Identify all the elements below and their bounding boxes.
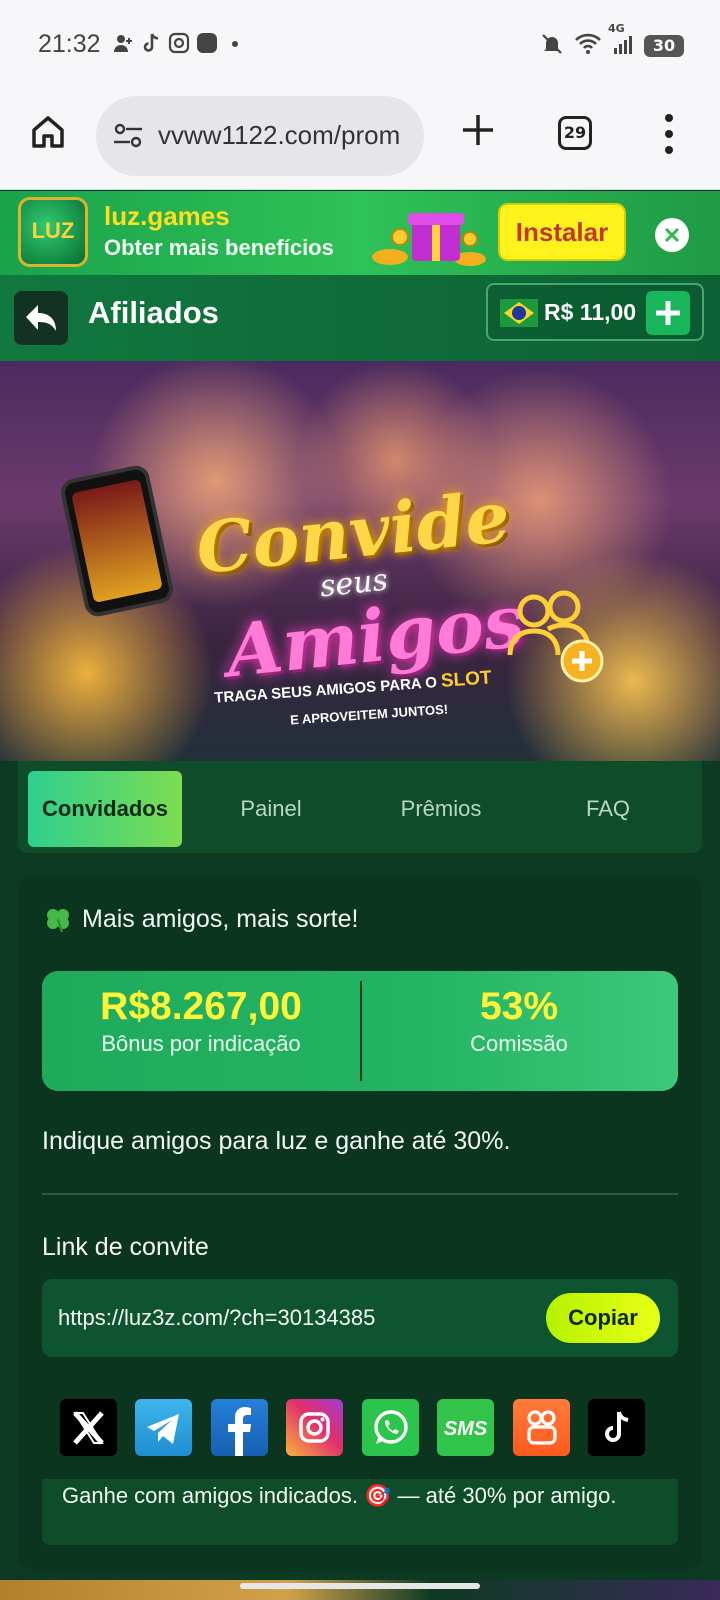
share-telegram-button[interactable] xyxy=(135,1399,192,1456)
whatsapp-icon xyxy=(374,1410,408,1444)
plus-icon xyxy=(656,301,680,325)
mute-icon xyxy=(540,32,564,60)
app-logo: LUZ xyxy=(18,197,88,267)
refer-description: Indique amigos para luz e ganhe até 30%. xyxy=(42,1127,511,1155)
stats-panel: R$8.267,00 Bônus por indicação 53% Comis… xyxy=(42,971,678,1091)
deposit-button[interactable] xyxy=(646,291,690,335)
back-button[interactable] xyxy=(14,291,68,345)
install-app-banner: LUZ luz.games Obter mais benefícios Inst… xyxy=(0,191,720,275)
tiktok-icon xyxy=(605,1411,629,1442)
notification-icons xyxy=(112,32,246,54)
status-right: 4G 30 xyxy=(540,22,684,60)
browser-toolbar: vvww1122.com/prom 29 xyxy=(0,92,720,190)
share-tiktok-button[interactable] xyxy=(588,1399,645,1456)
tagline-text: Mais amigos, mais sorte! xyxy=(82,905,359,933)
tagline: Mais amigos, mais sorte! xyxy=(44,905,358,934)
banner-app-name: luz.games xyxy=(104,201,230,231)
site-settings-icon[interactable] xyxy=(112,122,144,150)
clover-icon xyxy=(47,908,69,932)
tab-convidados[interactable]: Convidados xyxy=(28,771,182,847)
more-notifications-dot-icon xyxy=(224,32,246,54)
instagram-icon xyxy=(299,1412,330,1443)
signal-icon: 4G xyxy=(608,22,634,60)
address-bar[interactable]: vvww1122.com/prom xyxy=(96,96,424,176)
bonus-stat: R$8.267,00 Bônus por indicação xyxy=(42,985,360,1057)
banner-subtitle: Obter mais benefícios xyxy=(104,235,334,260)
share-buttons: SMS xyxy=(60,1399,660,1457)
kwai-icon xyxy=(527,1410,557,1445)
x-logo-icon xyxy=(73,1411,104,1445)
sms-icon: SMS xyxy=(444,1418,488,1440)
balance-amount: R$ 11,00 xyxy=(544,299,637,325)
instagram-notification-icon xyxy=(168,32,190,54)
hero-banner: Convide seus Amigos TRAGA SEUS AMIGOS PA… xyxy=(0,361,720,761)
commission-stat: 53% Comissão xyxy=(360,985,678,1057)
referral-footnote: Ganhe com amigos indicados. 🎯 — até 30% … xyxy=(42,1479,678,1545)
menu-dot-icon xyxy=(665,114,673,122)
share-instagram-button[interactable] xyxy=(286,1399,343,1456)
hero-subtitle-line2: E APROVEITEM JUNTOS! xyxy=(289,701,449,728)
close-icon xyxy=(664,227,680,243)
telegram-icon xyxy=(147,1414,179,1444)
invite-link-label: Link de convite xyxy=(42,1233,209,1261)
install-button[interactable]: Instalar xyxy=(498,203,626,261)
share-facebook-button[interactable] xyxy=(211,1399,268,1456)
menu-dot-icon xyxy=(665,130,673,138)
tab-painel[interactable]: Painel xyxy=(198,771,344,847)
plus-icon xyxy=(463,115,493,145)
status-time: 21:32 xyxy=(38,30,101,58)
new-tab-button[interactable] xyxy=(458,112,498,154)
balance-widget[interactable]: R$ 11,00 xyxy=(486,283,704,341)
gesture-bar[interactable] xyxy=(240,1583,480,1589)
invite-link-box: https://luz3z.com/?ch=30134385 Copiar xyxy=(42,1279,678,1357)
affiliate-tabs: Convidados Painel Prêmios FAQ xyxy=(18,761,702,853)
copy-button[interactable]: Copiar xyxy=(546,1293,660,1343)
gift-coins-icon xyxy=(372,213,486,266)
brazil-flag-icon xyxy=(500,299,538,327)
menu-dot-icon xyxy=(665,146,673,154)
home-button[interactable] xyxy=(28,112,68,152)
svg-text:SMS: SMS xyxy=(444,1418,488,1440)
tiktok-notification-icon xyxy=(140,32,162,54)
share-x-button[interactable] xyxy=(60,1399,117,1456)
url-text[interactable]: vvww1122.com/prom xyxy=(158,120,408,151)
page-header: Afiliados R$ 11,00 xyxy=(0,275,720,361)
share-sms-button[interactable]: SMS xyxy=(437,1399,494,1456)
divider xyxy=(42,1193,678,1195)
facebook-icon xyxy=(228,1407,251,1456)
tab-switcher-button[interactable]: 29 xyxy=(558,116,592,150)
close-banner-button[interactable] xyxy=(655,218,689,252)
commission-label: Comissão xyxy=(470,1031,568,1056)
commission-value: 53% xyxy=(479,985,559,1028)
app-notification-icon xyxy=(196,32,218,54)
bonus-value: R$8.267,00 xyxy=(100,985,302,1028)
battery-indicator: 30 xyxy=(644,35,684,57)
tab-faq[interactable]: FAQ xyxy=(534,771,682,847)
user-add-icon xyxy=(112,32,134,54)
share-kwai-button[interactable] xyxy=(513,1399,570,1456)
back-arrow-icon xyxy=(26,305,56,331)
invite-link-url[interactable]: https://luz3z.com/?ch=30134385 xyxy=(58,1305,375,1331)
wifi-icon xyxy=(574,32,602,60)
browser-menu-button[interactable] xyxy=(664,114,674,154)
share-whatsapp-button[interactable] xyxy=(362,1399,419,1456)
bonus-label: Bônus por indicação xyxy=(101,1031,301,1056)
tab-premios[interactable]: Prêmios xyxy=(366,771,516,847)
status-bar: 21:32 4G 30 xyxy=(0,0,720,92)
add-friends-icon xyxy=(507,590,604,683)
phone-illustration xyxy=(58,463,176,619)
invite-card: Mais amigos, mais sorte! R$8.267,00 Bônu… xyxy=(18,877,702,1569)
page-title: Afiliados xyxy=(88,295,219,330)
home-icon xyxy=(32,116,64,148)
